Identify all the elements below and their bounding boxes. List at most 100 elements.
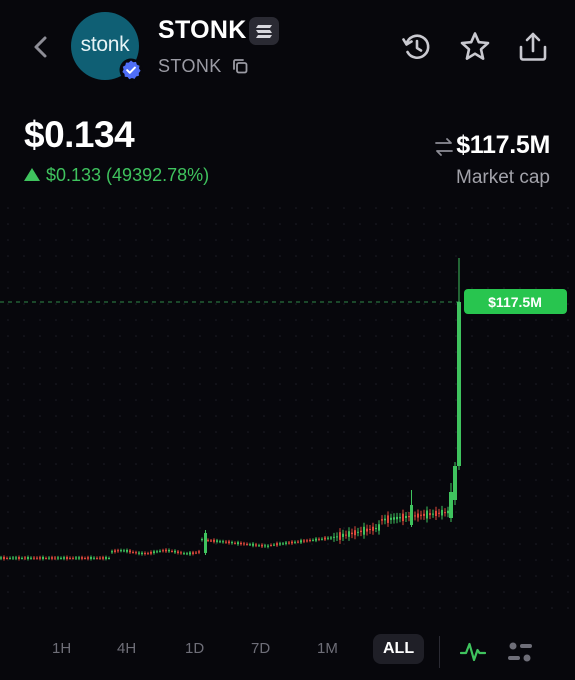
history-icon[interactable]: [400, 30, 434, 64]
candle: [348, 531, 350, 537]
candle: [410, 505, 413, 525]
candle: [177, 551, 179, 553]
candle: [408, 516, 410, 518]
tab-7d[interactable]: 7D: [251, 640, 270, 657]
candle: [282, 543, 284, 545]
candle: [435, 510, 437, 517]
candle: [264, 545, 266, 547]
candle: [150, 551, 152, 554]
candle: [165, 549, 167, 552]
candle: [294, 541, 296, 543]
candle: [147, 553, 149, 555]
candle: [3, 556, 5, 560]
candle: [402, 513, 404, 522]
candle: [99, 557, 101, 559]
candle: [120, 550, 122, 552]
token-price: $0.134: [24, 114, 135, 155]
line-chart-toggle-icon[interactable]: [460, 640, 486, 664]
candle: [45, 557, 47, 559]
candle: [102, 557, 104, 559]
chart-grid: [0, 200, 575, 620]
candle: [39, 557, 41, 559]
candle: [27, 557, 29, 559]
candle: [66, 556, 68, 560]
chart-settings-icon[interactable]: [507, 640, 533, 664]
candle: [453, 466, 457, 500]
candle: [441, 509, 443, 516]
candle: [414, 515, 416, 517]
candle: [234, 542, 236, 544]
candle: [375, 528, 377, 530]
candle: [21, 557, 23, 559]
copy-icon[interactable]: [231, 57, 249, 75]
candle: [279, 543, 281, 545]
candle: [249, 544, 251, 546]
candle: [336, 536, 338, 538]
candle: [57, 557, 59, 559]
candle: [288, 542, 290, 544]
candle: [390, 517, 392, 520]
candle: [153, 551, 155, 554]
candle: [366, 528, 368, 532]
candle: [42, 556, 44, 560]
candle: [357, 531, 359, 533]
candle: [114, 550, 116, 552]
candle: [330, 537, 332, 539]
candle: [405, 515, 407, 519]
candle: [111, 551, 113, 553]
candle: [162, 550, 164, 552]
candle: [429, 513, 431, 516]
current-price-badge: $117.5M: [464, 289, 567, 314]
candle: [84, 557, 86, 559]
candle: [138, 552, 140, 554]
price-change: $0.133 (49392.78%): [24, 165, 209, 186]
candle: [327, 537, 329, 539]
tab-4h[interactable]: 4H: [117, 640, 136, 657]
candle: [345, 534, 347, 536]
candle: [96, 557, 98, 559]
candle: [60, 557, 62, 559]
candle: [399, 517, 401, 519]
candle: [449, 492, 453, 518]
swap-toggle-icon[interactable]: [433, 136, 455, 158]
candle: [246, 543, 248, 545]
candle: [369, 528, 371, 530]
candle: [426, 510, 428, 519]
candle: [204, 533, 207, 553]
candle: [186, 553, 188, 555]
candle: [297, 541, 299, 543]
candle: [363, 526, 365, 535]
market-cap-value: $117.5M: [456, 131, 550, 159]
candle: [105, 557, 107, 559]
candle: [216, 540, 218, 542]
price-chart[interactable]: $117.5M: [0, 200, 575, 620]
solana-chain-icon: [249, 17, 279, 45]
candle: [420, 514, 422, 516]
candle: [195, 552, 197, 554]
candle: [303, 540, 305, 542]
tab-1h[interactable]: 1H: [52, 640, 71, 657]
candle: [315, 538, 317, 541]
candle: [228, 541, 230, 544]
candle: [30, 557, 32, 559]
candle: [123, 550, 125, 552]
verified-badge-icon: [119, 58, 143, 82]
candle: [192, 552, 194, 554]
share-icon[interactable]: [516, 30, 550, 64]
token-name: STONK: [158, 16, 247, 44]
tab-1d[interactable]: 1D: [185, 640, 204, 657]
candle: [18, 557, 20, 559]
tab-1m[interactable]: 1M: [317, 640, 338, 657]
candle: [48, 557, 50, 559]
tab-all[interactable]: ALL: [373, 634, 425, 664]
candle: [171, 551, 173, 553]
star-icon[interactable]: [458, 30, 492, 64]
candle: [237, 542, 239, 545]
candle: [54, 557, 56, 559]
candle: [321, 538, 323, 540]
candle: [93, 557, 95, 559]
candle: [78, 557, 80, 559]
back-chevron-icon[interactable]: [30, 34, 52, 60]
candle: [15, 557, 17, 559]
candle: [333, 536, 335, 538]
